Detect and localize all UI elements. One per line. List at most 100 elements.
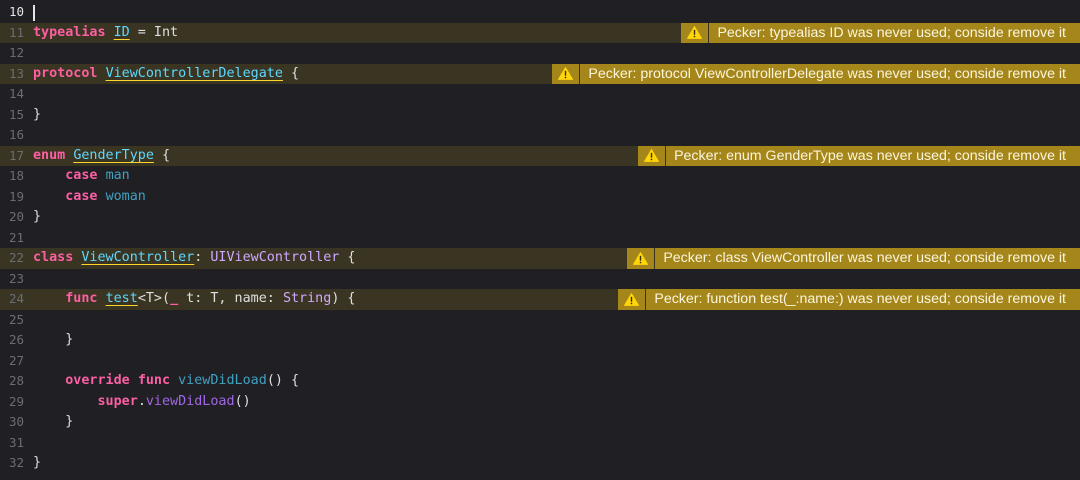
warning-triangle-icon[interactable] [681, 22, 709, 43]
code-line[interactable]: 25 [0, 310, 1080, 331]
code-token: super [97, 393, 138, 409]
code-token: : [194, 250, 211, 265]
code-token: UIViewController [210, 250, 340, 265]
warning-annotation[interactable]: Pecker: protocol ViewControllerDelegate … [552, 63, 1080, 84]
code-token: . [137, 393, 146, 409]
warning-annotation[interactable]: Pecker: class ViewController was never u… [627, 248, 1080, 269]
code-line[interactable]: 21 [0, 228, 1080, 249]
code-line[interactable]: 27 [0, 351, 1080, 372]
code-line[interactable]: 26 } [0, 330, 1080, 351]
code-line[interactable]: 32} [0, 453, 1080, 474]
code-text: } [33, 105, 41, 126]
code-token: protocol [33, 65, 98, 81]
line-number: 25 [8, 311, 24, 327]
code-token: class [33, 250, 74, 265]
line-number: 19 [8, 188, 24, 204]
code-token: func [137, 373, 171, 388]
warning-triangle-icon[interactable] [552, 63, 580, 84]
code-token: case [65, 188, 98, 204]
line-number: 11 [8, 24, 24, 40]
line-number: 15 [8, 106, 24, 122]
code-line[interactable]: 17 enum GenderType {Pecker: enum GenderTy… [0, 145, 1080, 166]
code-token: ) { [331, 291, 356, 306]
code-text: override func viewDidLoad() { [33, 371, 299, 392]
line-number: 16 [8, 127, 24, 142]
code-token: typealias [33, 24, 106, 40]
code-token: String [282, 291, 332, 306]
code-line[interactable]: 31 [0, 433, 1080, 454]
code-text: case man [33, 166, 130, 187]
code-token: viewDidLoad [178, 373, 267, 388]
code-token: woman [105, 188, 146, 204]
code-line[interactable]: 30 } [0, 412, 1080, 433]
code-line[interactable]: 23 [0, 269, 1080, 290]
code-line[interactable]: 20} [0, 207, 1080, 228]
code-token: { [339, 250, 356, 265]
code-line[interactable]: 12 [0, 43, 1080, 64]
line-number: 20 [8, 209, 24, 224]
code-token: () { [266, 373, 300, 388]
line-number: 10 [8, 4, 24, 19]
code-token: t: T, name: [178, 291, 283, 306]
code-token: case [65, 168, 98, 183]
code-text: super.viewDidLoad() [33, 392, 251, 413]
warning-triangle-icon[interactable] [627, 248, 655, 269]
line-number: 17 [8, 147, 24, 163]
code-line[interactable]: 28 override func viewDidLoad() { [0, 371, 1080, 392]
line-number: 23 [8, 270, 24, 286]
warning-annotation[interactable]: Pecker: function test(_:name:) was never… [618, 289, 1080, 310]
code-token: { [153, 147, 171, 163]
code-line[interactable]: 13 protocol ViewControllerDelegate {Pecke… [0, 63, 1080, 85]
code-token: } [33, 106, 42, 122]
code-token: } [33, 414, 74, 429]
code-text: protocol ViewControllerDelegate { [33, 64, 299, 85]
line-number: 30 [8, 414, 24, 429]
code-line[interactable]: 24 func test<T>(_ t: T, name: String) {P… [0, 289, 1080, 310]
code-line[interactable]: 18 case man [0, 166, 1080, 187]
code-line[interactable]: 10 [0, 2, 1080, 23]
warning-triangle-icon[interactable] [618, 289, 646, 310]
warning-annotation[interactable]: Pecker: typealias ID was never used; con… [681, 22, 1080, 43]
code-line[interactable]: 14 [0, 84, 1080, 105]
code-line[interactable]: 15} [0, 105, 1080, 126]
line-number: 29 [8, 393, 24, 409]
warning-annotation[interactable]: Pecker: enum GenderType was never used; … [638, 145, 1080, 166]
line-number: 32 [8, 455, 24, 470]
code-token: test [105, 291, 138, 306]
code-line[interactable]: 16 [0, 125, 1080, 146]
line-number: 26 [8, 332, 24, 347]
warning-message: Pecker: protocol ViewControllerDelegate … [580, 63, 1080, 84]
code-token: } [33, 332, 74, 347]
code-line[interactable]: 29 super.viewDidLoad() [0, 392, 1080, 413]
code-token: GenderType [73, 147, 154, 163]
code-token: } [33, 455, 42, 470]
code-token: viewDidLoad [145, 393, 235, 409]
code-token: ID [113, 24, 130, 40]
code-token: ViewControllerDelegate [105, 65, 283, 81]
code-text: class ViewController: UIViewController { [33, 248, 356, 269]
line-number: 18 [8, 168, 24, 183]
warning-triangle-icon[interactable] [638, 145, 666, 166]
code-line[interactable]: 19 case woman [0, 187, 1080, 208]
line-number: 28 [8, 373, 24, 388]
code-text: func test<T>(_ t: T, name: String) { [33, 289, 356, 310]
code-line[interactable]: 11 typealias ID = Int Pecker: typealias ID… [0, 22, 1080, 43]
code-editor[interactable]: 10 11 typealias ID = Int Pecker: typealias … [0, 0, 1080, 480]
code-token: _ [170, 291, 179, 306]
line-number: 22 [8, 250, 24, 265]
code-text: } [33, 453, 41, 474]
code-token: ViewController [81, 250, 195, 265]
code-line[interactable]: 22 class ViewController: UIViewController… [0, 248, 1080, 269]
code-token: } [33, 209, 42, 224]
code-text: } [33, 207, 41, 228]
